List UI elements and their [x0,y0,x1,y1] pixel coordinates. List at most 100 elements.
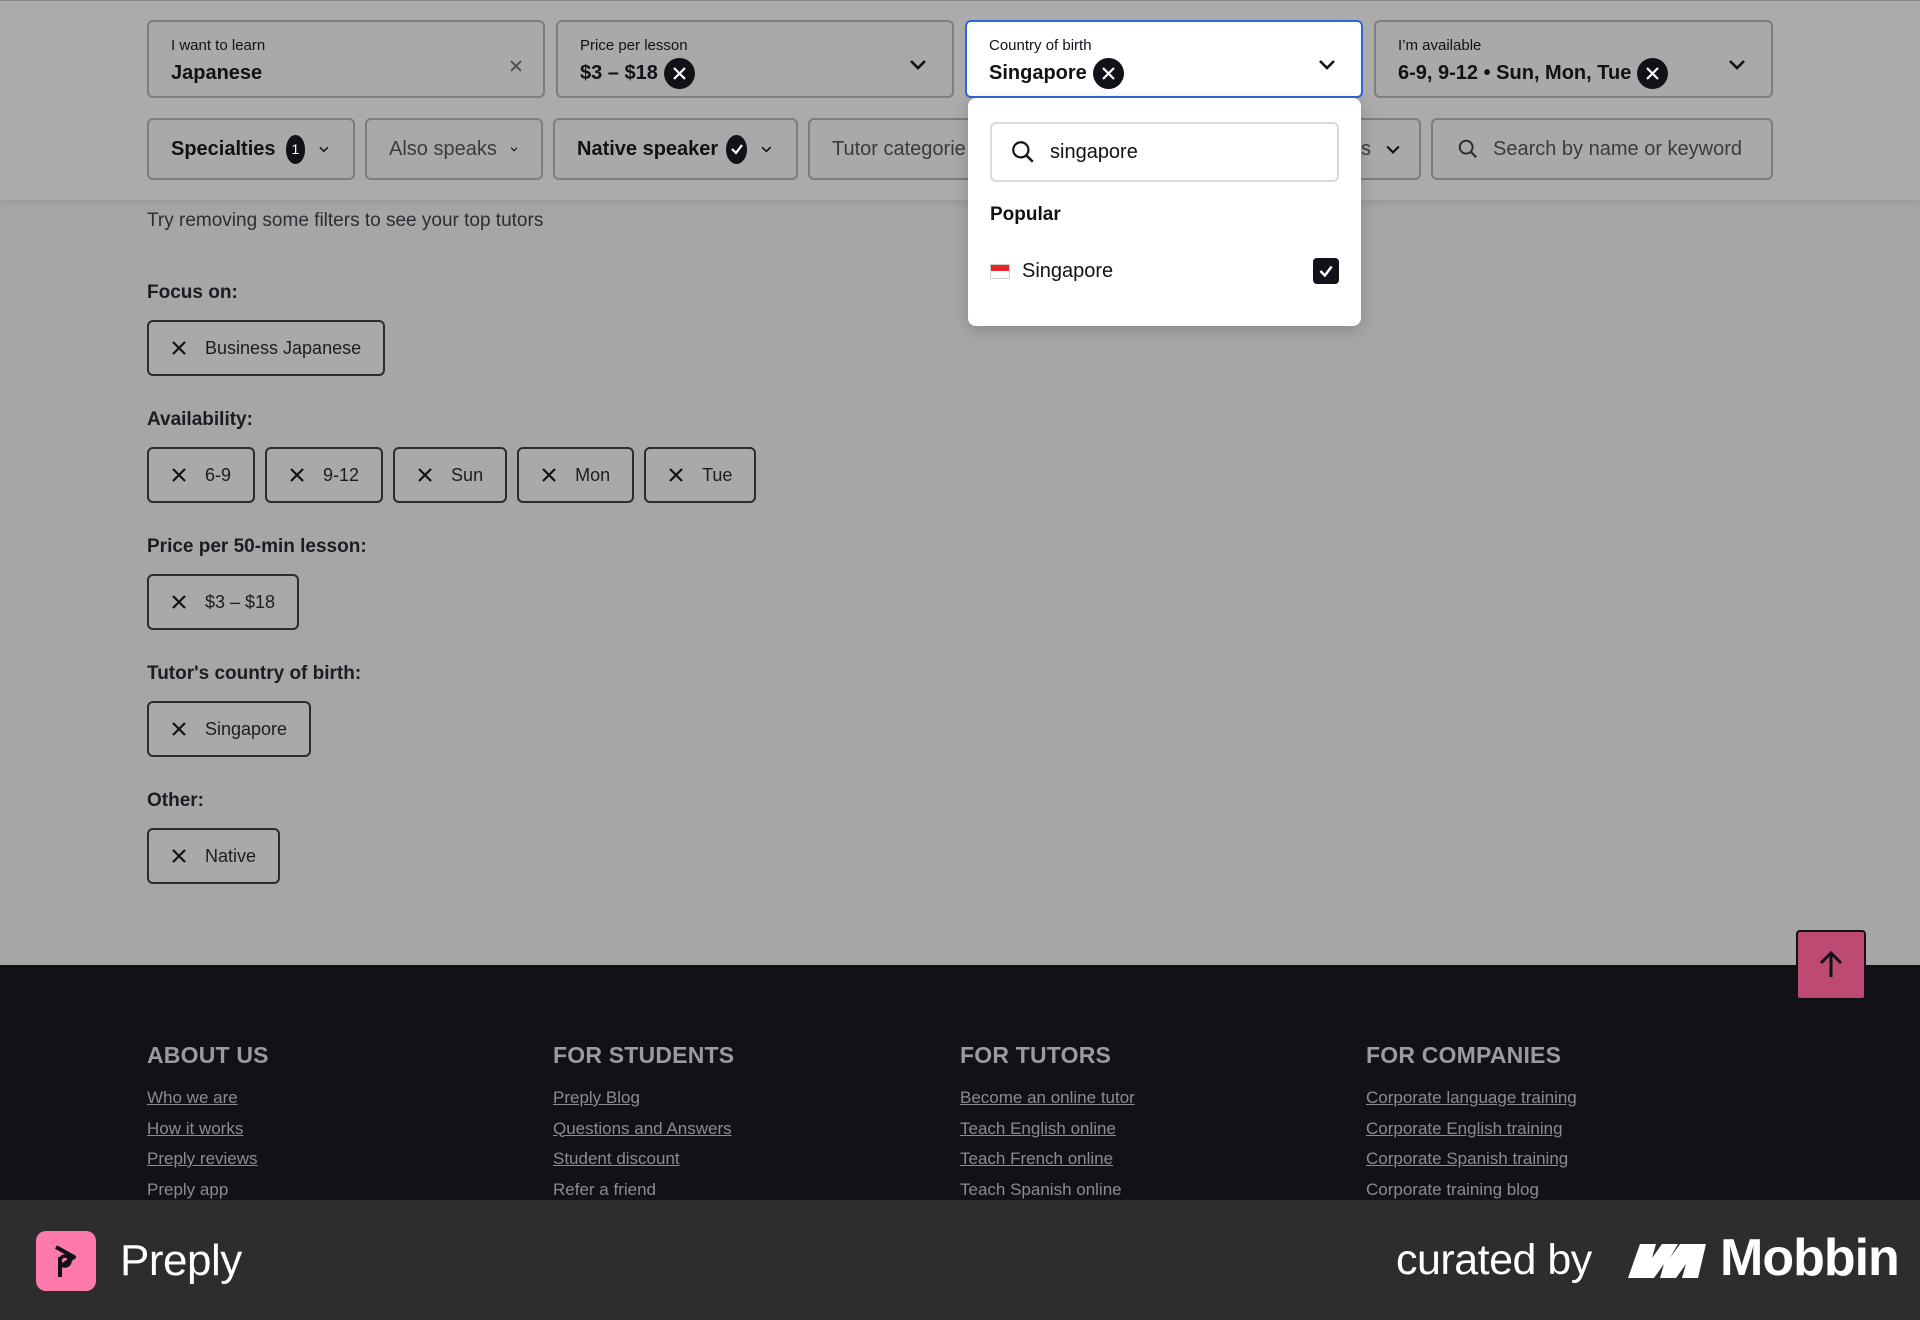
remove-filter-tag[interactable]: 6-9 [147,447,256,503]
footer-link[interactable]: Preply reviews [147,1144,269,1175]
learn-value: Japanese [171,62,263,84]
also-speaks-filter[interactable]: Also speaks [365,118,543,180]
clear-language-icon[interactable] [509,59,523,73]
clear-availability-icon[interactable] [1637,57,1669,89]
tag-label: Business Japanese [205,337,362,358]
country-label: Country of birth [989,37,1092,54]
footer-link[interactable]: Corporate English training [1366,1114,1577,1145]
check-icon [726,134,748,164]
tutor-categories-filter[interactable]: Tutor categorie [808,118,988,180]
availability-group-title: Availability: [147,409,253,430]
native-speaker-filter[interactable]: Native speaker [553,118,798,180]
tag-label: 6-9 [205,464,232,485]
focus-group-title: Focus on: [147,282,238,303]
footer-link[interactable]: Questions and Answers [553,1114,734,1145]
empty-results-hint: Try removing some filters to see your to… [147,210,544,231]
remove-filter-tag[interactable]: Native [147,828,281,884]
tag-label: Singapore [205,718,288,739]
footer-link[interactable]: Become an online tutor [960,1083,1135,1114]
tag-label: 9-12 [323,464,360,485]
close-icon [172,595,186,609]
chevron-down-icon [761,146,772,153]
footer-link[interactable]: How it works [147,1114,269,1145]
remove-filter-tag[interactable]: Mon [517,447,635,503]
country-search-box[interactable] [990,122,1339,182]
close-icon [542,468,556,482]
search-icon [1458,139,1478,159]
keyword-search-placeholder: Search by name or keyword [1493,137,1743,160]
country-option-label: Singapore [1022,259,1114,282]
country-value: Singapore [989,62,1087,84]
tag-label: Tue [702,464,733,485]
country-select[interactable]: Country of birth Singapore [965,20,1363,98]
footer-students-column: FOR STUDENTS Preply Blog Questions and A… [553,1042,734,1205]
tag-label: $3 – $18 [205,591,276,612]
availability-value: 6-9, 9-12 • Sun, Mon, Tue [1398,62,1632,84]
country-search-input[interactable] [1050,140,1320,164]
footer-link[interactable]: Corporate Spanish training [1366,1144,1577,1175]
footer-tutors-title: FOR TUTORS [960,1042,1112,1068]
remove-filter-tag[interactable]: 9-12 [265,447,384,503]
search-icon [1012,141,1034,163]
other-group-title: Other: [147,790,204,811]
learn-select[interactable]: I want to learn Japanese [147,20,545,98]
availability-tags: 6-9 9-12 Sun Mon Tue [147,447,757,503]
sort-filter-label-tail: s [1361,137,1371,160]
remove-filter-tag[interactable]: Business Japanese [147,320,386,376]
chevron-down-icon [1729,60,1745,70]
chevron-down-icon [1386,145,1400,154]
country-value-row: Singapore [989,56,1124,90]
tag-label: Sun [451,464,484,485]
close-icon [418,468,432,482]
remove-filter-tag[interactable]: $3 – $18 [147,574,300,630]
keyword-search[interactable]: Search by name or keyword [1431,118,1773,180]
popular-section-title: Popular [990,204,1061,225]
remove-filter-tag[interactable]: Tue [644,447,757,503]
close-icon [669,468,683,482]
footer-link[interactable]: Corporate language training [1366,1083,1577,1114]
footer-link[interactable]: Student discount [553,1144,734,1175]
chevron-down-icon [1319,60,1335,70]
availability-select[interactable]: I’m available 6-9, 9-12 • Sun, Mon, Tue [1374,20,1773,98]
close-icon [172,722,186,736]
learn-label: I want to learn [171,37,266,54]
footer-tutors-column: FOR TUTORS Become an online tutor Teach … [960,1042,1135,1205]
remove-filter-tag[interactable]: Sun [393,447,508,503]
specialties-count-badge: 1 [285,134,306,164]
close-icon [290,468,304,482]
checkbox-checked-icon[interactable] [1313,258,1339,284]
price-tags: $3 – $18 [147,574,300,630]
specialties-label: Specialties [171,137,276,160]
country-tags: Singapore [147,701,312,757]
native-speaker-label: Native speaker [577,137,719,160]
footer-link[interactable]: Preply Blog [553,1083,734,1114]
footer-link[interactable]: Who we are [147,1083,269,1114]
country-group-title: Tutor's country of birth: [147,663,362,684]
footer-link[interactable]: Teach French online [960,1144,1135,1175]
close-icon [172,468,186,482]
focus-tags: Business Japanese [147,320,386,376]
mobbin-wordmark: Mobbin [1720,1229,1900,1287]
arrow-up-icon [1819,950,1843,977]
country-dropdown: Popular Singapore [968,98,1361,326]
price-value: $3 – $18 [580,62,658,84]
curated-by-label: curated by [1396,1236,1592,1284]
also-speaks-label: Also speaks [389,137,497,160]
country-option-singapore[interactable]: Singapore [990,250,1339,292]
footer-companies-title: FOR COMPANIES [1366,1042,1562,1068]
scroll-to-top-button[interactable] [1796,930,1866,1000]
footer-students-title: FOR STUDENTS [553,1042,735,1068]
preply-app-name: Preply [120,1236,242,1285]
remove-filter-tag[interactable]: Singapore [147,701,312,757]
clear-country-icon[interactable] [1092,57,1124,89]
price-value-row: $3 – $18 [580,56,695,90]
footer-link[interactable]: Teach English online [960,1114,1135,1145]
price-label: Price per lesson [580,37,688,54]
specialties-filter[interactable]: Specialties 1 [147,118,355,180]
chevron-down-icon [910,60,926,70]
clear-price-icon[interactable] [663,57,695,89]
price-select[interactable]: Price per lesson $3 – $18 [556,20,954,98]
close-icon [172,341,186,355]
price-group-title: Price per 50-min lesson: [147,536,367,557]
preply-logo-icon [36,1231,96,1291]
